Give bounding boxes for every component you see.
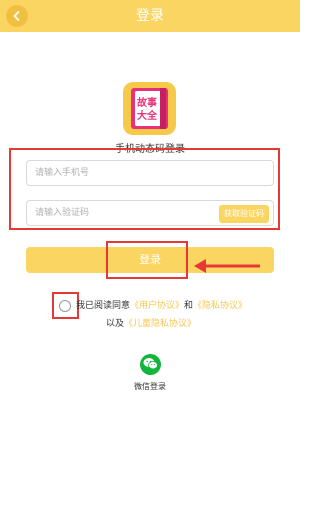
wechat-icon (143, 355, 158, 374)
phone-input[interactable]: 请输入手机号 (26, 160, 274, 186)
agreement-line-2: 以及《儿童隐私协议》 (106, 318, 196, 330)
logo-text-2: 大全 (137, 109, 158, 122)
code-input[interactable]: 请输入验证码 获取验证码 (26, 200, 274, 226)
highlight-login-box (106, 241, 188, 279)
wechat-login-button[interactable] (140, 354, 161, 375)
logo-text-1: 故事 (137, 96, 157, 109)
page-title: 登录 (136, 8, 164, 24)
agreement-and: 和 (184, 301, 194, 311)
get-code-button[interactable]: 获取验证码 (219, 205, 269, 223)
agreement-and2: 以及 (106, 319, 125, 329)
arrow-annotation (192, 256, 262, 276)
header-bar: 登录 (0, 0, 300, 32)
highlight-radio-box (52, 292, 79, 319)
privacy-policy-link[interactable]: 《隐私协议》 (193, 301, 247, 311)
phone-placeholder: 请输入手机号 (35, 168, 90, 178)
agreement-prefix: 我已阅读同意 (76, 301, 131, 311)
code-placeholder: 请输入验证码 (35, 208, 90, 218)
app-logo: 故事 大全 (123, 82, 176, 135)
agreement-line-1: 我已阅读同意《用户协议》和《隐私协议》 (76, 300, 247, 312)
child-privacy-link[interactable]: 《儿童隐私协议》 (124, 319, 196, 329)
user-agreement-link[interactable]: 《用户协议》 (130, 301, 184, 311)
wechat-login-label: 微信登录 (134, 382, 166, 391)
